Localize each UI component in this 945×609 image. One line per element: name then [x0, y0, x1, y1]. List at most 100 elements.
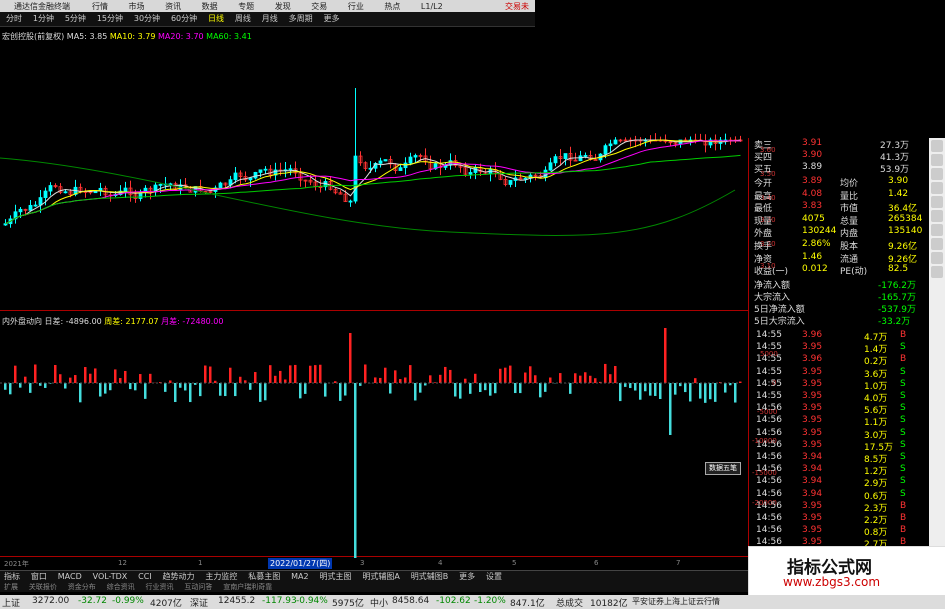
tab-sub[interactable]: 综合资讯 — [103, 582, 139, 592]
indicator-bar — [379, 377, 382, 383]
tick-time: 14:55 — [756, 342, 782, 353]
tab-indicator[interactable]: 指标 — [0, 571, 24, 582]
zx-label[interactable]: 中小 — [370, 596, 388, 609]
tab-indicator[interactable]: 窗口 — [27, 571, 51, 582]
flow-label: 5日大宗流入 — [754, 317, 805, 327]
tooltip-popup[interactable]: 数据五笔 — [705, 462, 741, 475]
flow-value: -33.2万 — [878, 317, 911, 327]
tick-vol: 4.7万 — [864, 333, 888, 343]
indicator-bar — [419, 383, 422, 393]
tick-time: 14:56 — [756, 403, 782, 414]
tool-icon[interactable] — [931, 182, 943, 194]
tool-icon[interactable] — [931, 154, 943, 166]
sz-label[interactable]: 深证 — [190, 596, 208, 609]
indicator-bar — [304, 383, 307, 394]
panel-row: 净资 1.46 流通 9.26亿 — [752, 252, 928, 265]
indicator-bar — [499, 368, 502, 383]
indicator-bar — [389, 383, 392, 394]
stat-value: 1.42 — [888, 188, 909, 199]
tab-indicator[interactable]: 更多 — [455, 571, 479, 582]
indicator-bar — [109, 383, 112, 391]
tool-icon[interactable] — [931, 252, 943, 264]
tool-icon[interactable] — [931, 140, 943, 152]
tick-side: S — [900, 476, 906, 487]
indicator-bar — [59, 374, 62, 383]
candle-body — [218, 182, 223, 189]
tool-icon[interactable] — [931, 266, 943, 278]
tick-vol: 2.9万 — [864, 479, 888, 490]
tab-sub[interactable]: 行业资讯 — [142, 582, 178, 592]
candle-body — [468, 172, 473, 175]
tab-indicator[interactable]: CCI — [134, 572, 156, 581]
tab-indicator[interactable]: 私募主图 — [244, 571, 284, 582]
indicator-bar — [439, 374, 442, 383]
indicator-bar — [89, 373, 92, 383]
tab-indicator[interactable]: VOL-TDX — [89, 572, 132, 581]
stat-value: 9.26亿 — [888, 254, 918, 265]
indicator-bar — [164, 383, 167, 392]
indicator-bar — [664, 328, 667, 383]
indicator-bar — [29, 383, 32, 393]
tick-vol: 0.2万 — [864, 357, 888, 368]
watermark-url: www.zbgs3.com — [783, 575, 881, 589]
stat-value: 135140 — [888, 226, 923, 237]
tool-icon[interactable] — [931, 210, 943, 222]
tick-time: 14:56 — [756, 488, 782, 499]
zx-change: -102.62 — [436, 596, 471, 606]
cursor-date: 2022/01/27(四) — [268, 558, 333, 569]
tab-sub[interactable]: 宣南户瑞利奇靠 — [219, 582, 276, 592]
tool-icon[interactable] — [931, 196, 943, 208]
stat-key: 市值 — [840, 204, 859, 215]
stat-value: 130244 — [802, 226, 837, 237]
tab-indicator[interactable]: 主力监控 — [201, 571, 241, 582]
indicator-bar — [639, 383, 642, 400]
tab-indicator[interactable]: 趋势动力 — [159, 571, 199, 582]
tab-sub[interactable]: 互动问答 — [180, 582, 216, 592]
tick-vol: 1.2万 — [864, 467, 888, 478]
indicator-bar — [309, 365, 312, 383]
date-tick: 12 — [118, 559, 127, 567]
panel-row: 14:55 3.95 3.6万 S — [752, 366, 928, 380]
indicator-bar — [649, 383, 652, 396]
tool-icon[interactable] — [931, 224, 943, 236]
tool-icon[interactable] — [931, 168, 943, 180]
tick-side: S — [900, 488, 906, 499]
indicator-bar — [509, 365, 512, 383]
panel-row: 14:55 3.95 4.0万 S — [752, 391, 928, 404]
sh-label[interactable]: 上证 — [2, 596, 20, 609]
tool-icon[interactable] — [931, 238, 943, 250]
tick-vol: 0.6万 — [864, 491, 888, 502]
tick-price: 3.95 — [802, 403, 823, 414]
candle-body — [383, 159, 388, 162]
stat-value: 9.26亿 — [888, 242, 918, 252]
total-value: 10182亿 — [590, 599, 628, 609]
tab-indicator[interactable]: 明式辅图B — [407, 571, 453, 582]
tab-indicator[interactable]: 明式主图 — [315, 571, 355, 582]
candle-body — [348, 200, 353, 203]
panel-row: 14:55 3.96 4.7万 B — [752, 330, 928, 343]
tab-indicator[interactable]: MACD — [54, 572, 86, 581]
tick-price: 3.95 — [802, 342, 823, 353]
stat-value: 4075 — [802, 213, 825, 224]
tab-indicator[interactable]: MA2 — [287, 572, 312, 581]
indicator-bar — [529, 366, 532, 383]
tick-vol: 1.4万 — [864, 345, 888, 356]
panel-row: 14:56 3.94 0.6万 S — [752, 488, 928, 502]
quote-label: 买五 — [754, 165, 773, 175]
candle-body — [563, 153, 568, 160]
tick-price: 3.95 — [802, 525, 823, 536]
panel-row: 今开 3.89 均价 3.90 — [752, 176, 928, 189]
date-tick: 5 — [512, 559, 517, 567]
indicator-bar — [609, 374, 612, 383]
indicator-bar — [669, 383, 672, 435]
tick-side: S — [900, 366, 906, 377]
tab-sub[interactable]: 扩展 — [0, 582, 22, 592]
tab-indicator[interactable]: 明式辅图A — [358, 571, 403, 582]
stat-key: 换手 — [754, 242, 773, 252]
candle-body — [583, 155, 588, 157]
tab-indicator[interactable]: 设置 — [482, 571, 506, 582]
tab-sub[interactable]: 资金分布 — [64, 582, 100, 592]
indicator-bar — [629, 383, 632, 389]
indicator-bar — [449, 369, 452, 383]
tab-sub[interactable]: 关联报价 — [25, 582, 61, 592]
